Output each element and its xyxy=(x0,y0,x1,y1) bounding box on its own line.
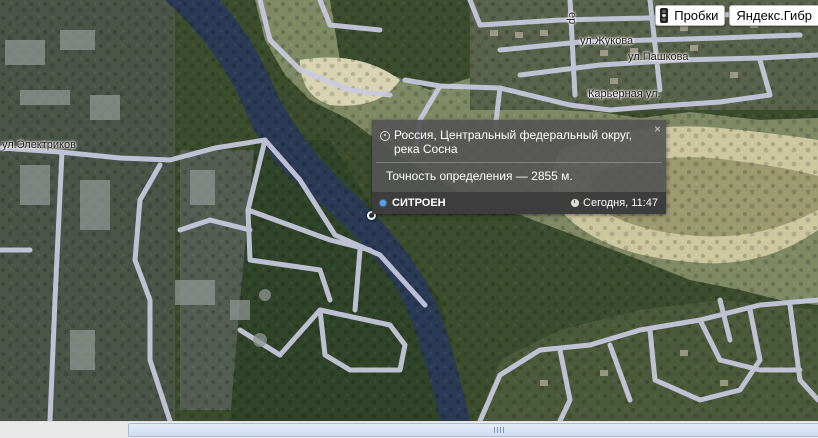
balloon-accuracy: Точность определения — 2855 м. xyxy=(386,169,573,183)
map-type-button[interactable]: Яндекс.Гибр xyxy=(729,5,818,26)
balloon-address: Россия, Центральный федеральный округ, р… xyxy=(394,128,633,156)
map-type-label: Яндекс.Гибр xyxy=(736,8,812,23)
traffic-label: Пробки xyxy=(674,8,719,23)
map-toolbar: Пробки Яндекс.Гибр xyxy=(655,5,818,26)
street-label-elektrikov: ул.Электриков xyxy=(2,139,76,151)
street-label-karernaya: Карьерная ул. xyxy=(588,88,661,100)
location-pin-icon xyxy=(380,131,390,141)
balloon-time-label: Сегодня, 11:47 xyxy=(583,197,658,209)
satellite-map[interactable]: ул.Электриков ул.Жукова ул.Пашкова Карье… xyxy=(0,0,818,421)
street-label-zhukova: ул.Жукова xyxy=(580,35,634,47)
traffic-light-icon xyxy=(660,8,669,23)
balloon-footer: СИТРОЕН Сегодня, 11:47 xyxy=(372,192,666,214)
scrollbar-thumb[interactable] xyxy=(128,423,818,437)
balloon-time: Сегодня, 11:47 xyxy=(571,197,658,209)
scrollbar-grip-icon xyxy=(494,427,504,433)
object-name: СИТРОЕН xyxy=(380,197,446,209)
street-label-pashkova: ул.Пашкова xyxy=(628,51,689,63)
clock-icon xyxy=(571,199,580,207)
close-icon[interactable]: × xyxy=(654,123,661,135)
object-name-label: СИТРОЕН xyxy=(392,197,446,209)
location-balloon: × Россия, Центральный федеральный округ,… xyxy=(372,120,666,214)
object-dot-icon xyxy=(380,200,386,206)
scrollbar-track[interactable] xyxy=(0,422,128,438)
horizontal-scrollbar[interactable] xyxy=(0,421,818,438)
street-label-vertical-top: ер xyxy=(566,12,578,25)
traffic-button[interactable]: Пробки xyxy=(655,5,726,26)
